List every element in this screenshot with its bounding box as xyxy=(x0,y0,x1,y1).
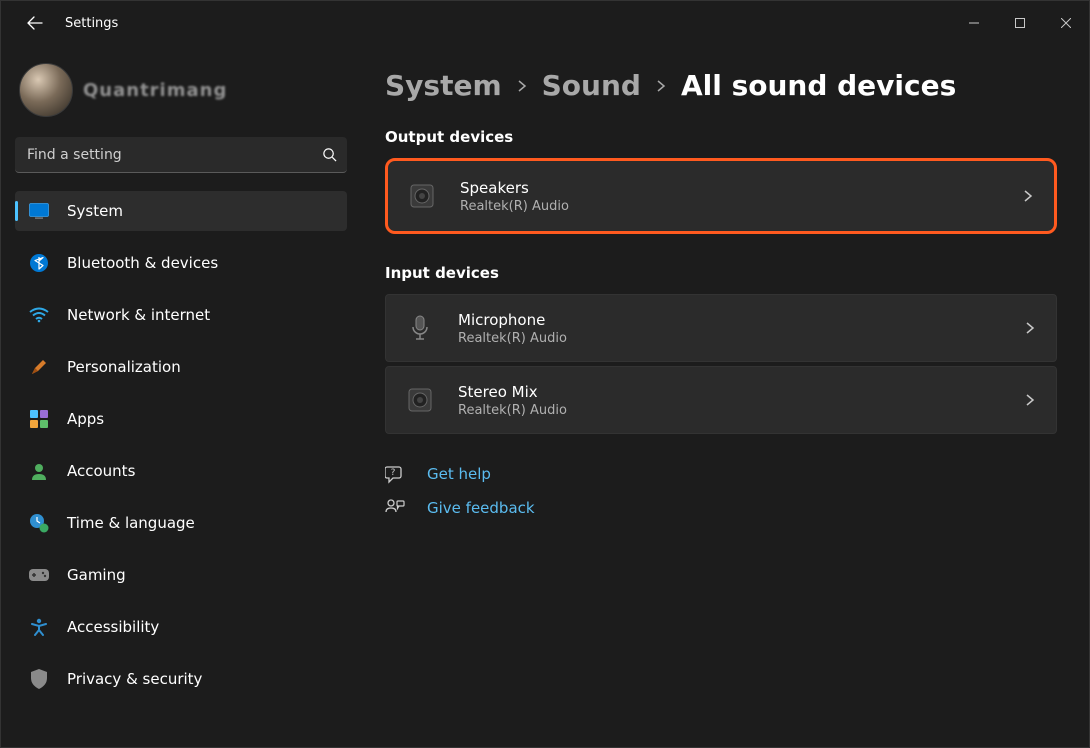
nav-label: Accessibility xyxy=(67,618,159,636)
help-link-label: Give feedback xyxy=(427,499,535,517)
nav-item-privacy[interactable]: Privacy & security xyxy=(15,659,347,699)
nav-label: Network & internet xyxy=(67,306,210,324)
nav-label: System xyxy=(67,202,123,220)
device-card-speakers[interactable]: Speakers Realtek(R) Audio xyxy=(385,158,1057,234)
window-controls xyxy=(951,7,1089,39)
nav-label: Personalization xyxy=(67,358,181,376)
breadcrumb-system[interactable]: System xyxy=(385,69,502,102)
titlebar-left: Settings xyxy=(1,13,951,33)
speaker-icon xyxy=(408,182,436,210)
device-text: Speakers Realtek(R) Audio xyxy=(460,179,1022,214)
device-text: Microphone Realtek(R) Audio xyxy=(458,311,1024,346)
nav-item-accessibility[interactable]: Accessibility xyxy=(15,607,347,647)
search-input[interactable] xyxy=(15,147,311,163)
help-link-label: Get help xyxy=(427,465,491,483)
profile-block[interactable]: Quantrimang xyxy=(15,57,347,125)
app-title: Settings xyxy=(65,16,118,31)
wifi-icon xyxy=(29,305,49,325)
sidebar: Quantrimang System xyxy=(1,45,361,747)
settings-window: Settings Quantrimang xyxy=(0,0,1090,748)
clock-globe-icon xyxy=(29,513,49,533)
get-help-link[interactable]: ? Get help xyxy=(385,464,1057,484)
give-feedback-link[interactable]: Give feedback xyxy=(385,498,1057,518)
speaker-icon xyxy=(406,386,434,414)
output-devices-heading: Output devices xyxy=(385,128,1057,146)
maximize-button[interactable] xyxy=(997,7,1043,39)
device-text: Stereo Mix Realtek(R) Audio xyxy=(458,383,1024,418)
main-content: System Sound All sound devices Output de… xyxy=(361,45,1089,747)
nav-label: Bluetooth & devices xyxy=(67,254,218,272)
shield-icon xyxy=(29,669,49,689)
search-icon xyxy=(311,147,347,162)
nav-item-accounts[interactable]: Accounts xyxy=(15,451,347,491)
breadcrumb-all-sound-devices: All sound devices xyxy=(681,69,956,102)
nav-item-time-language[interactable]: Time & language xyxy=(15,503,347,543)
breadcrumb-sound[interactable]: Sound xyxy=(542,69,641,102)
chevron-right-icon xyxy=(1024,322,1036,334)
nav-label: Privacy & security xyxy=(67,670,202,688)
input-devices-section: Input devices Microphone Realtek(R) Audi… xyxy=(385,264,1057,434)
apps-icon xyxy=(29,409,49,429)
nav-label: Time & language xyxy=(67,514,195,532)
system-icon xyxy=(29,201,49,221)
microphone-icon xyxy=(406,314,434,342)
nav: System Bluetooth & devices Network & int… xyxy=(15,191,347,709)
svg-text:?: ? xyxy=(391,468,396,478)
search-input-wrapper[interactable] xyxy=(15,137,347,173)
nav-item-bluetooth[interactable]: Bluetooth & devices xyxy=(15,243,347,283)
titlebar: Settings xyxy=(1,1,1089,45)
device-provider: Realtek(R) Audio xyxy=(458,331,1024,346)
close-icon xyxy=(1061,18,1071,28)
minimize-button[interactable] xyxy=(951,7,997,39)
feedback-icon xyxy=(385,498,405,518)
avatar xyxy=(19,63,73,117)
person-icon xyxy=(29,461,49,481)
device-card-microphone[interactable]: Microphone Realtek(R) Audio xyxy=(385,294,1057,362)
chevron-right-icon xyxy=(1022,190,1034,202)
device-name: Speakers xyxy=(460,179,1022,197)
nav-item-personalization[interactable]: Personalization xyxy=(15,347,347,387)
help-links: ? Get help Give feedback xyxy=(385,464,1057,518)
nav-label: Apps xyxy=(67,410,104,428)
chevron-right-icon xyxy=(1024,394,1036,406)
accessibility-icon xyxy=(29,617,49,637)
nav-label: Accounts xyxy=(67,462,135,480)
back-button[interactable] xyxy=(25,13,45,33)
nav-label: Gaming xyxy=(67,566,126,584)
nav-item-gaming[interactable]: Gaming xyxy=(15,555,347,595)
nav-item-system[interactable]: System xyxy=(15,191,347,231)
gamepad-icon xyxy=(29,565,49,585)
output-devices-section: Output devices Speakers Realtek(R) Audio xyxy=(385,128,1057,234)
paintbrush-icon xyxy=(29,357,49,377)
input-devices-heading: Input devices xyxy=(385,264,1057,282)
device-card-stereo-mix[interactable]: Stereo Mix Realtek(R) Audio xyxy=(385,366,1057,434)
arrow-left-icon xyxy=(27,15,43,31)
device-name: Microphone xyxy=(458,311,1024,329)
bluetooth-icon xyxy=(29,253,49,273)
minimize-icon xyxy=(969,18,979,28)
nav-item-network[interactable]: Network & internet xyxy=(15,295,347,335)
chevron-right-icon xyxy=(516,80,528,92)
watermark-text: Quantrimang xyxy=(83,80,227,101)
device-provider: Realtek(R) Audio xyxy=(460,199,1022,214)
device-name: Stereo Mix xyxy=(458,383,1024,401)
body: Quantrimang System xyxy=(1,45,1089,747)
nav-item-apps[interactable]: Apps xyxy=(15,399,347,439)
chevron-right-icon xyxy=(655,80,667,92)
help-icon: ? xyxy=(385,464,405,484)
breadcrumb: System Sound All sound devices xyxy=(385,69,1057,102)
close-button[interactable] xyxy=(1043,7,1089,39)
device-provider: Realtek(R) Audio xyxy=(458,403,1024,418)
maximize-icon xyxy=(1015,18,1025,28)
